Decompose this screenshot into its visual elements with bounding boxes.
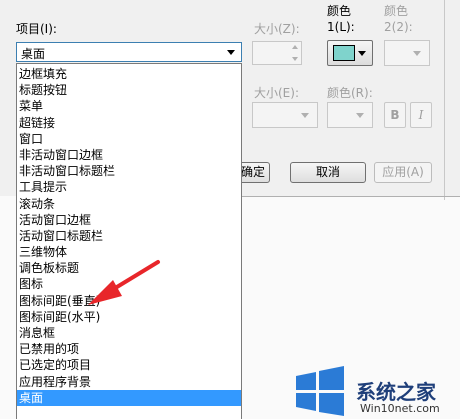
watermark-brand: 系统之家 [356,380,436,404]
watermark-url: Win10net.com [360,402,440,415]
windows-logo-icon [296,366,344,416]
annotation-arrow-icon [88,260,160,305]
